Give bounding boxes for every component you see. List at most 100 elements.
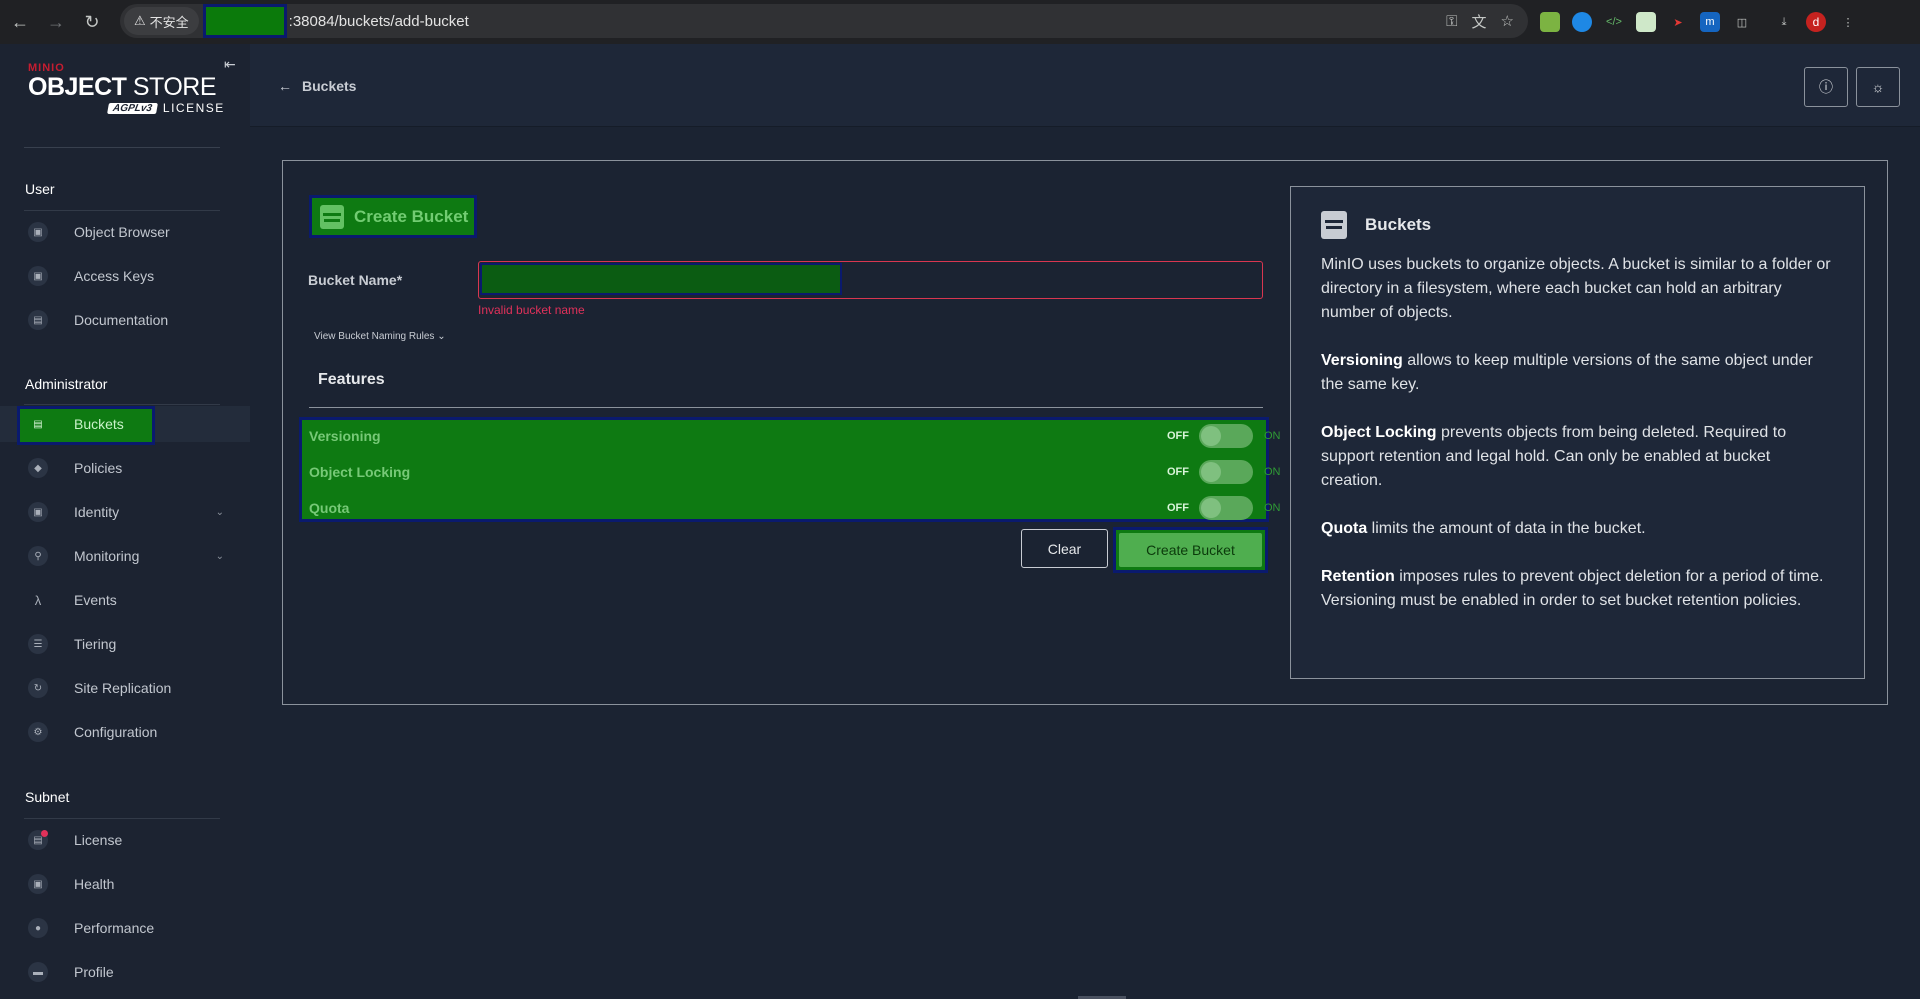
sidebar-item-license[interactable]: ▤ License [0, 822, 250, 858]
profile-avatar[interactable]: d [1806, 12, 1826, 32]
help-item-quota: Quota limits the amount of data in the b… [1321, 520, 1646, 537]
sidebar-item-profile[interactable]: ▬ Profile [0, 954, 250, 990]
sun-icon: ☼ [1871, 79, 1885, 95]
bookmark-star-icon[interactable]: ☆ [1501, 12, 1514, 30]
theme-toggle-button[interactable]: ☼ [1856, 67, 1900, 107]
help-item-versioning: Versioning allows to keep multiple versi… [1321, 352, 1813, 393]
sidebar: MINIO OBJECT STORE AGPLv3 LICENSE ⇤ User… [0, 44, 250, 999]
divider [24, 404, 220, 405]
extension-icon[interactable]: m [1700, 12, 1720, 32]
gear-icon: ⚙ [28, 722, 48, 742]
bucket-name-error: Invalid bucket name [478, 303, 585, 317]
divider [24, 818, 220, 819]
password-key-icon[interactable]: ⚿ [1446, 13, 1457, 30]
bucket-icon [1321, 211, 1347, 239]
code-extension-icon[interactable]: </> [1604, 12, 1624, 32]
pdf-extension-icon[interactable]: ➤ [1668, 12, 1688, 32]
magnifier-icon: ⚲ [28, 546, 48, 566]
health-icon: ▣ [28, 874, 48, 894]
sidebar-item-performance[interactable]: ● Performance [0, 910, 250, 946]
sidebar-item-policies[interactable]: ◆ Policies [0, 450, 250, 486]
security-indicator[interactable]: ⚠ 不安全 [124, 7, 199, 35]
features-title: Features [318, 371, 385, 388]
help-button[interactable]: ⓘ [1804, 67, 1848, 107]
back-to-buckets-link[interactable]: ← Buckets [278, 78, 356, 94]
divider [24, 147, 220, 148]
notification-dot [41, 830, 48, 837]
help-card: Buckets MinIO uses buckets to organize o… [1290, 186, 1865, 679]
agpl-badge: AGPLv3 [107, 102, 158, 114]
sidebar-item-configuration[interactable]: ⚙ Configuration [0, 714, 250, 750]
versioning-toggle[interactable] [1199, 424, 1253, 448]
identity-icon: ▣ [28, 502, 48, 522]
sidebar-item-monitoring[interactable]: ⚲ Monitoring ⌄ [0, 538, 250, 574]
document-icon: ▤ [28, 310, 48, 330]
feature-row-quota: Quota OFF ON [309, 493, 1281, 523]
reload-icon[interactable]: ↻ [76, 6, 108, 38]
create-bucket-button-wrapper: Create Bucket [1113, 527, 1268, 573]
minio-logo[interactable]: MINIO OBJECT STORE AGPLv3 LICENSE [28, 62, 228, 115]
feature-row-object-locking: Object Locking OFF ON [309, 457, 1281, 487]
shield-icon: ◆ [28, 458, 48, 478]
translate-icon[interactable]: 文 [1472, 11, 1487, 32]
puzzle-extensions-icon[interactable]: ◫ [1732, 12, 1752, 32]
sidebar-item-health[interactable]: ▣ Health [0, 866, 250, 902]
sidebar-item-site-replication[interactable]: ↻ Site Replication [0, 670, 250, 706]
help-item-retention: Retention imposes rules to prevent objec… [1321, 568, 1824, 609]
chevron-down-icon: ⌄ [437, 331, 446, 342]
object-locking-toggle[interactable] [1199, 460, 1253, 484]
layers-icon: ☰ [28, 634, 48, 654]
question-circle-icon: ⓘ [1819, 79, 1833, 95]
back-arrow-icon: ← [278, 78, 292, 94]
bucket-name-label: Bucket Name* [308, 272, 403, 288]
sidebar-item-events[interactable]: λ Events [0, 582, 250, 618]
help-title: Buckets [1365, 215, 1432, 234]
sidebar-item-access-keys[interactable]: ▣ Access Keys [0, 258, 250, 294]
more-menu-icon[interactable]: ⋮ [1838, 12, 1858, 32]
url-host-redacted [202, 4, 287, 38]
logo-product: OBJECT STORE [28, 73, 217, 101]
chevron-down-icon[interactable]: ⌄ [216, 507, 224, 518]
sidebar-item-documentation[interactable]: ▤ Documentation [0, 302, 250, 338]
divider [309, 407, 1263, 408]
chevron-down-icon[interactable]: ⌄ [216, 551, 224, 562]
lambda-icon: λ [34, 592, 42, 608]
create-bucket-heading: Create Bucket [309, 195, 477, 238]
warning-icon: ⚠ [134, 13, 146, 28]
sidebar-item-tiering[interactable]: ☰ Tiering [0, 626, 250, 662]
performance-icon: ● [28, 918, 48, 938]
browser-toolbar: ← → ↻ ⚠ 不安全 :38084/buckets/add-bucket ⚿ … [0, 0, 1920, 44]
section-title-administrator: Administrator [25, 376, 108, 392]
extension-icon[interactable] [1540, 12, 1560, 32]
divider [24, 210, 220, 211]
address-bar[interactable]: ⚠ 不安全 :38084/buckets/add-bucket ⚿ 文 ☆ [120, 4, 1528, 38]
naming-rules-link[interactable]: View Bucket Naming Rules ⌄ [314, 331, 446, 342]
page-header: ← Buckets ⓘ ☼ [250, 44, 1920, 127]
quota-toggle[interactable] [1199, 496, 1253, 520]
clear-button[interactable]: Clear [1021, 529, 1108, 568]
bucket-icon [320, 204, 344, 229]
create-bucket-button[interactable]: Create Bucket [1119, 533, 1262, 567]
logo-license: LICENSE [162, 101, 225, 115]
back-arrow-icon[interactable]: ← [4, 6, 36, 38]
object-browser-icon: ▣ [28, 222, 48, 242]
document-extension-icon[interactable] [1636, 12, 1656, 32]
download-icon[interactable]: ⤓ [1774, 12, 1794, 32]
replication-icon: ↻ [28, 678, 48, 698]
sidebar-item-identity[interactable]: ▣ Identity ⌄ [0, 494, 250, 530]
help-intro: MinIO uses buckets to organize objects. … [1321, 256, 1831, 321]
feature-row-versioning: Versioning OFF ON [309, 421, 1281, 451]
forward-arrow-icon[interactable]: → [40, 6, 72, 38]
section-title-user: User [25, 181, 55, 197]
extension-icon[interactable] [1572, 12, 1592, 32]
url-text[interactable]: :38084/buckets/add-bucket [289, 13, 469, 30]
collapse-sidebar-icon[interactable]: ⇤ [224, 56, 236, 73]
create-bucket-panel: Create Bucket Bucket Name* Invalid bucke… [282, 160, 1888, 705]
sidebar-item-object-browser[interactable]: ▣ Object Browser [0, 214, 250, 250]
section-title-subnet: Subnet [25, 789, 70, 805]
bucket-icon: ▤ [28, 414, 48, 434]
profile-icon: ▬ [28, 962, 48, 982]
sidebar-item-buckets[interactable]: ▤ Buckets [0, 406, 250, 445]
bucket-name-value-redacted[interactable] [480, 263, 842, 295]
help-item-object-locking: Object Locking prevents objects from bei… [1321, 424, 1787, 489]
